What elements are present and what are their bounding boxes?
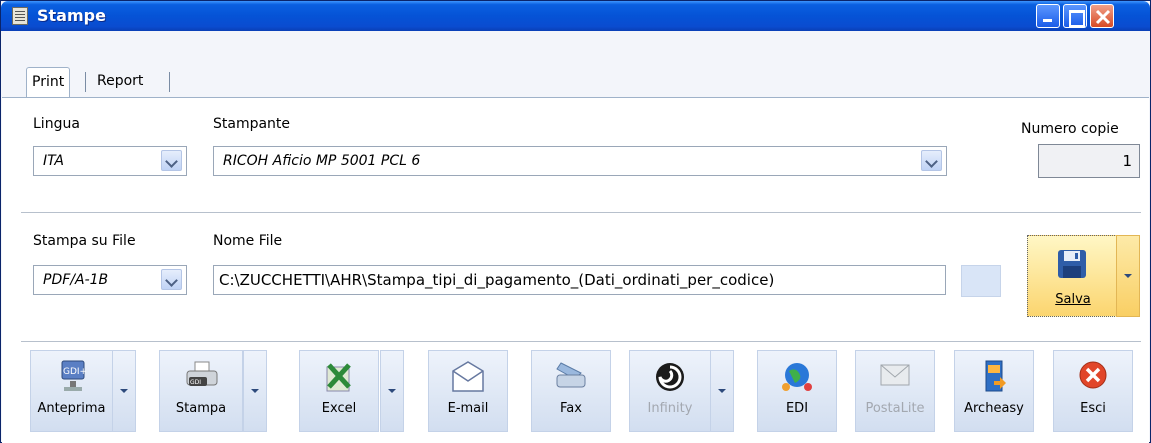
lingua-value: ITA xyxy=(43,153,64,169)
lingua-select[interactable]: ITA xyxy=(33,146,187,176)
window-app-icon xyxy=(12,7,28,25)
salva-button[interactable]: Salva xyxy=(1027,235,1117,317)
close-window-button[interactable] xyxy=(1090,4,1114,28)
stampa-su-file-select[interactable]: PDF/A-1B xyxy=(33,265,187,295)
excel-dropdown-button[interactable] xyxy=(380,350,404,432)
stampa-su-file-label: Stampa su File xyxy=(33,233,136,249)
title-bar[interactable]: Stampe xyxy=(1,1,1150,31)
minimize-button[interactable] xyxy=(1036,4,1060,28)
envelope-icon xyxy=(452,361,484,392)
globe-people-icon xyxy=(782,363,812,391)
browse-file-button[interactable] xyxy=(961,265,1001,297)
stampante-select[interactable]: RICOH Aficio MP 5001 PCL 6 xyxy=(213,146,947,176)
stampante-label: Stampante xyxy=(213,116,291,132)
archeasy-button[interactable]: Archeasy xyxy=(954,350,1034,432)
section-divider xyxy=(21,212,1141,213)
chevron-down-icon[interactable] xyxy=(921,150,942,171)
tab-divider xyxy=(85,72,86,92)
fax-button[interactable]: Fax xyxy=(531,350,611,432)
tab-print[interactable]: Print xyxy=(26,67,71,98)
toolbar-divider xyxy=(21,341,1141,342)
fax-icon xyxy=(556,362,586,388)
tab-divider xyxy=(169,72,170,92)
gdi-printer-icon: GDI xyxy=(186,361,218,386)
esci-button[interactable]: Esci xyxy=(1053,350,1133,432)
svg-text:GDI: GDI xyxy=(190,379,201,386)
stampante-value: RICOH Aficio MP 5001 PCL 6 xyxy=(223,153,421,169)
chevron-down-icon[interactable] xyxy=(161,150,182,171)
email-button[interactable]: E-mail xyxy=(428,350,508,432)
tab-report[interactable]: Report xyxy=(92,67,148,97)
chevron-down-icon[interactable] xyxy=(161,269,182,290)
postalite-envelope-icon xyxy=(880,364,910,386)
stampa-label: Stampa xyxy=(175,401,227,416)
infinity-swirl-icon xyxy=(656,363,684,391)
floppy-disk-icon xyxy=(1058,250,1086,278)
close-x-icon xyxy=(1079,361,1107,389)
salva-label: Salva xyxy=(1055,292,1091,307)
numero-copie-input[interactable]: 1 xyxy=(1038,144,1140,178)
lingua-label: Lingua xyxy=(33,116,80,132)
infinity-dropdown-button[interactable] xyxy=(710,350,734,432)
nome-file-input[interactable]: C:\ZUCCHETTI\AHR\Stampa_tipi_di_pagament… xyxy=(213,265,946,295)
fax-label: Fax xyxy=(560,401,582,416)
window-title: Stampe xyxy=(37,6,106,25)
postalite-label: PostaLite xyxy=(865,401,925,416)
edi-button[interactable]: EDI xyxy=(757,350,837,432)
close-icon xyxy=(1095,9,1111,25)
salva-dropdown-button[interactable] xyxy=(1116,235,1140,317)
anteprima-button[interactable]: GDI+ Anteprima xyxy=(30,350,113,432)
excel-button[interactable]: Excel xyxy=(299,350,379,432)
stampa-dropdown-button[interactable] xyxy=(243,350,267,432)
numero-copie-label: Numero copie xyxy=(1021,121,1119,137)
stampe-window: Stampe Print Report Lingua ITA Stampante… xyxy=(0,0,1151,443)
maximize-button[interactable] xyxy=(1063,4,1087,28)
gdi-plus-monitor-icon: GDI+ xyxy=(61,360,87,391)
email-label: E-mail xyxy=(447,401,489,416)
nome-file-label: Nome File xyxy=(213,233,283,249)
postalite-button[interactable]: PostaLite xyxy=(855,350,935,432)
excel-icon xyxy=(326,363,351,392)
infinity-label: Infinity xyxy=(647,401,693,416)
excel-label: Excel xyxy=(321,401,357,416)
stampa-button[interactable]: GDI Stampa xyxy=(159,350,243,432)
archeasy-label: Archeasy xyxy=(964,401,1024,416)
stampa-su-file-value: PDF/A-1B xyxy=(43,272,109,288)
esci-label: Esci xyxy=(1080,401,1106,416)
edi-label: EDI xyxy=(785,401,809,416)
svg-text:GDI+: GDI+ xyxy=(63,367,87,377)
infinity-button[interactable]: Infinity xyxy=(629,350,711,432)
anteprima-dropdown-button[interactable] xyxy=(112,350,136,432)
anteprima-label: Anteprima xyxy=(37,401,106,416)
archeasy-icon xyxy=(985,360,1006,392)
